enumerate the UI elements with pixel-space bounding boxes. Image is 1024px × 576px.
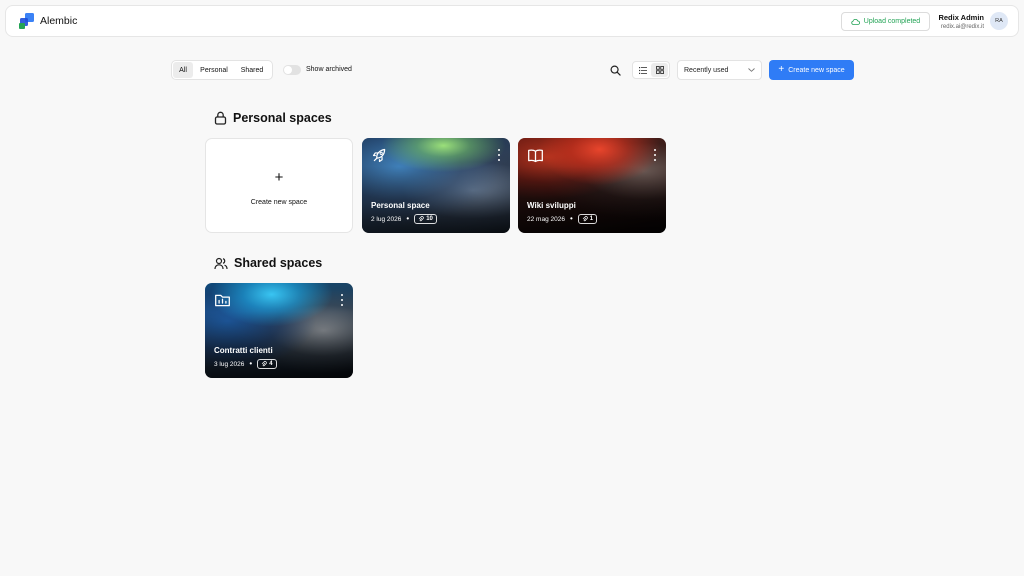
space-card-personal-space[interactable]: Personal space 2 lug 2026 • 10: [362, 138, 510, 233]
grid-view-button[interactable]: [651, 63, 668, 77]
document-count: 4: [269, 361, 273, 367]
upload-status-button[interactable]: Upload completed: [841, 12, 930, 31]
tab-shared[interactable]: Shared: [235, 62, 269, 78]
document-count: 10: [426, 216, 433, 222]
tab-personal[interactable]: Personal: [193, 62, 235, 78]
shared-spaces-heading: Shared spaces: [214, 256, 322, 270]
plus-icon: +: [778, 64, 785, 75]
section-title: Shared spaces: [234, 256, 323, 270]
card-title: Personal space: [371, 201, 430, 210]
card-title: Wiki sviluppi: [527, 201, 576, 210]
sort-value: Recently used: [684, 66, 729, 74]
card-meta: 3 lug 2026 • 4: [214, 359, 277, 369]
lock-icon: [214, 111, 227, 125]
top-bar: Alembic Upload completed Redix Admin red…: [5, 5, 1019, 37]
paperclip-icon: [582, 216, 588, 222]
document-count-badge: 4: [257, 359, 277, 369]
paperclip-icon: [261, 361, 267, 367]
create-space-button[interactable]: + Create new space: [769, 60, 854, 80]
users-icon: [214, 257, 228, 269]
plus-icon: +: [274, 168, 284, 186]
list-icon: [638, 66, 647, 74]
document-count-badge: 1: [577, 214, 598, 224]
book-icon: [528, 149, 543, 163]
grid-icon: [655, 66, 664, 74]
card-menu-button[interactable]: [652, 149, 658, 161]
document-count: 1: [589, 216, 594, 222]
space-card-wiki-sviluppi[interactable]: Wiki sviluppi 22 mag 2026 • 1: [518, 138, 666, 233]
toggle-knob: [284, 66, 292, 74]
tab-all[interactable]: All: [173, 62, 193, 78]
section-title: Personal spaces: [233, 111, 332, 125]
space-filter-tabs: All Personal Shared: [171, 60, 273, 80]
show-archived-label: Show archived: [306, 66, 352, 73]
paperclip-icon: [418, 216, 424, 222]
separator-dot: •: [406, 214, 410, 223]
app-name: Alembic: [40, 15, 78, 27]
space-card-contratti-clienti[interactable]: Contratti clienti 3 lug 2026 • 4: [205, 283, 353, 378]
upload-status-label: Upload completed: [863, 18, 921, 25]
search-icon: [610, 65, 621, 76]
avatar[interactable]: RA: [990, 12, 1008, 30]
cloud-check-icon: [851, 18, 860, 25]
personal-spaces-heading: Personal spaces: [214, 111, 332, 125]
separator-dot: •: [569, 214, 573, 223]
card-meta: 2 lug 2026 • 10: [371, 214, 437, 224]
create-space-label: Create new space: [788, 66, 845, 74]
rocket-icon: [372, 148, 386, 163]
list-view-button[interactable]: [634, 63, 651, 77]
card-date: 22 mag 2026: [527, 215, 565, 223]
sort-select[interactable]: Recently used: [677, 60, 762, 80]
user-name: Redix Admin: [938, 13, 984, 22]
card-menu-button[interactable]: [496, 149, 502, 161]
chevron-down-icon: [748, 68, 755, 72]
view-mode-switch: [632, 61, 670, 79]
create-space-card[interactable]: + Create new space: [205, 138, 353, 233]
card-date: 2 lug 2026: [371, 215, 402, 223]
document-count-badge: 10: [414, 214, 437, 224]
user-email: redix.ai@redix.it: [940, 24, 984, 30]
card-title: Contratti clienti: [214, 346, 273, 355]
card-menu-button[interactable]: [339, 294, 345, 306]
card-date: 3 lug 2026: [214, 360, 245, 368]
card-meta: 22 mag 2026 • 1: [527, 214, 598, 224]
search-button[interactable]: [607, 62, 623, 78]
folder-chart-icon: [215, 294, 230, 307]
alembic-logo-icon[interactable]: [19, 13, 35, 29]
show-archived-toggle[interactable]: [283, 65, 301, 75]
separator-dot: •: [249, 359, 253, 368]
create-space-card-label: Create new space: [250, 198, 308, 206]
